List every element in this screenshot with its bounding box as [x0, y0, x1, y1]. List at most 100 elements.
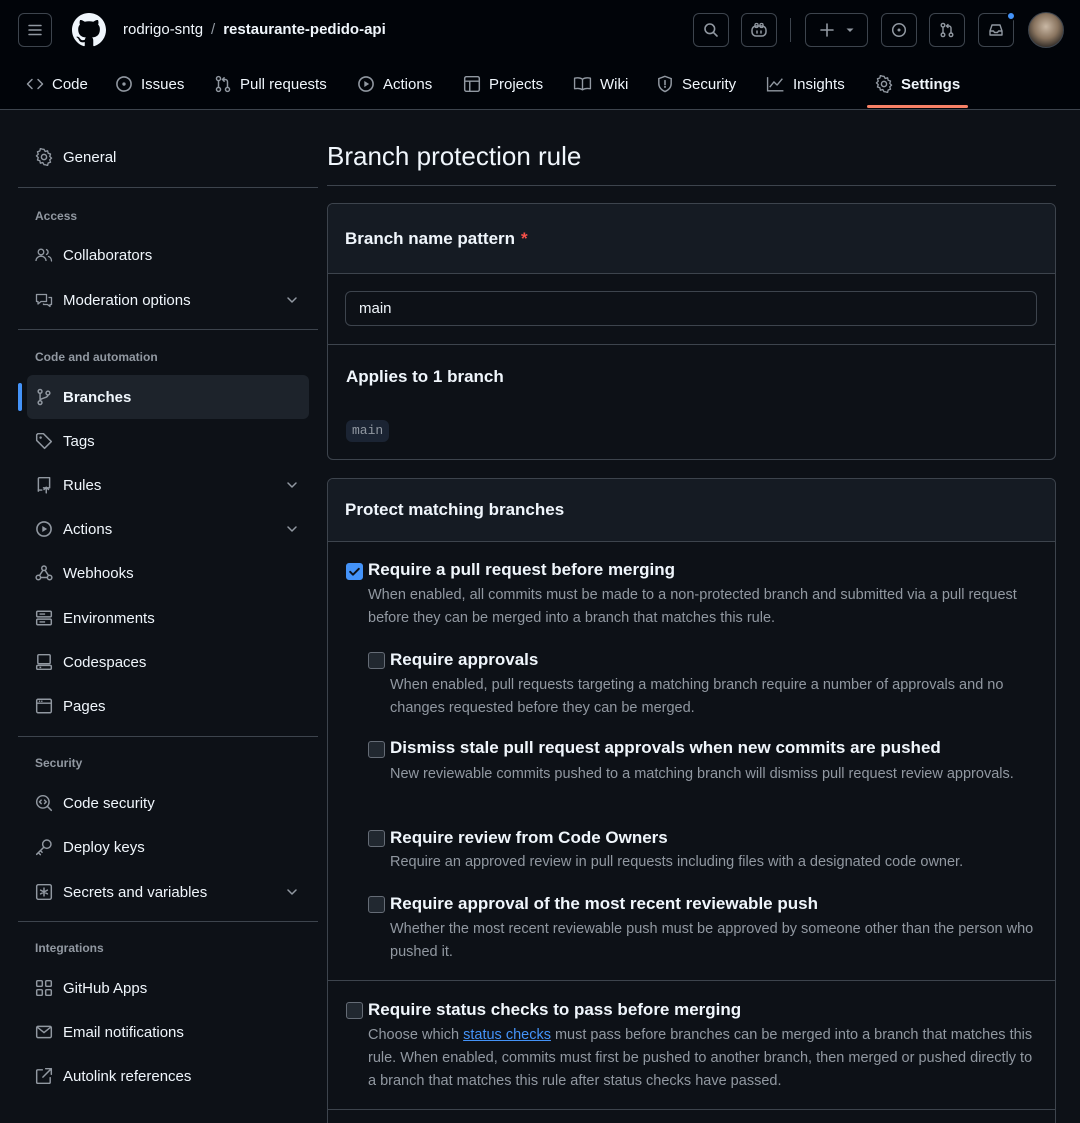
- sidebar-item-codespaces[interactable]: Codespaces: [18, 640, 309, 684]
- gear-icon: [35, 148, 53, 166]
- people-icon: [35, 246, 53, 264]
- search-button[interactable]: [693, 13, 729, 47]
- sidebar-item-label: Secrets and variables: [63, 883, 208, 901]
- sidebar-item-actions[interactable]: Actions: [18, 507, 309, 551]
- pull-requests-button[interactable]: [929, 13, 965, 47]
- tab-label: Settings: [901, 75, 961, 93]
- sidebar-item-label: Moderation options: [63, 291, 191, 309]
- sidebar-item-autolink-references[interactable]: Autolink references: [18, 1054, 309, 1098]
- branch-pattern-box: Branch name pattern * Applies to 1 branc…: [327, 203, 1056, 460]
- sidebar-item-deploy-keys[interactable]: Deploy keys: [18, 825, 309, 869]
- require-status-checks-label[interactable]: Require status checks to pass before mer…: [368, 1000, 741, 1020]
- tab-security[interactable]: Security: [656, 62, 736, 106]
- sidebar-item-secrets[interactable]: Secrets and variables: [18, 870, 309, 914]
- chevron-down-icon: [285, 522, 299, 536]
- require-code-owners-label[interactable]: Require review from Code Owners: [390, 828, 668, 848]
- top-bar: rodrigo-sntg / restaurante-pedido-api: [0, 0, 1080, 62]
- server-icon: [35, 609, 53, 627]
- protect-branches-box: Protect matching branches Require a pull…: [327, 478, 1056, 1123]
- page-title: Branch protection rule: [327, 141, 582, 171]
- sidebar-item-rules[interactable]: Rules: [18, 463, 309, 507]
- branch-name-pattern-input[interactable]: [345, 291, 1037, 326]
- play-icon: [35, 520, 53, 538]
- triangle-down-icon: [845, 25, 855, 35]
- cross-reference-icon: [35, 1067, 53, 1085]
- play-icon: [357, 75, 375, 93]
- repo-name-link[interactable]: restaurante-pedido-api: [223, 20, 386, 40]
- mail-icon: [35, 1023, 53, 1041]
- tab-projects[interactable]: Projects: [463, 62, 543, 106]
- copilot-button[interactable]: [741, 13, 777, 47]
- require-status-checks-checkbox[interactable]: [346, 1002, 363, 1019]
- tab-settings[interactable]: Settings: [875, 62, 960, 106]
- tab-insights[interactable]: Insights: [766, 62, 845, 106]
- tab-label: Security: [682, 75, 737, 93]
- dismiss-stale-approvals-checkbox[interactable]: [368, 741, 385, 758]
- chevron-down-icon: [285, 885, 299, 899]
- tab-label: Insights: [793, 75, 845, 93]
- require-recent-push-approval-label[interactable]: Require approval of the most recent revi…: [390, 894, 818, 914]
- codescan-icon: [35, 794, 53, 812]
- sidebar-item-label: Email notifications: [63, 1023, 184, 1041]
- require-pull-request-label[interactable]: Require a pull request before merging: [368, 560, 675, 580]
- sidebar-item-environments[interactable]: Environments: [18, 596, 309, 640]
- sidebar-item-label: Code security: [63, 794, 155, 812]
- sidebar-item-webhooks[interactable]: Webhooks: [18, 551, 309, 595]
- require-approvals-checkbox[interactable]: [368, 652, 385, 669]
- repo-owner-link[interactable]: rodrigo-sntg: [123, 20, 203, 40]
- tab-pull-requests[interactable]: Pull requests: [214, 62, 327, 106]
- notification-indicator: [1006, 11, 1016, 21]
- status-checks-link[interactable]: status checks: [463, 1027, 551, 1043]
- inbox-icon: [988, 22, 1004, 38]
- chevron-down-icon: [285, 293, 299, 307]
- active-tab-indicator: [867, 105, 968, 108]
- sidebar-item-label: Autolink references: [63, 1067, 192, 1085]
- sidebar-item-github-apps[interactable]: GitHub Apps: [18, 966, 309, 1010]
- avatar[interactable]: [1028, 12, 1064, 48]
- dismiss-stale-approvals-label[interactable]: Dismiss stale pull request approvals whe…: [390, 738, 941, 758]
- status-checks-desc-pre: Choose which: [368, 1027, 464, 1043]
- tab-wiki[interactable]: Wiki: [573, 62, 628, 106]
- require-recent-push-approval-checkbox[interactable]: [368, 896, 385, 913]
- sidebar-item-branches[interactable]: Branches: [27, 375, 309, 419]
- sidebar-item-moderation[interactable]: Moderation options: [18, 278, 309, 322]
- sidebar-item-label: Collaborators: [63, 246, 153, 264]
- tab-label: Issues: [141, 75, 185, 93]
- create-new-button[interactable]: [805, 13, 868, 47]
- require-approvals-label[interactable]: Require approvals: [390, 650, 538, 670]
- require-code-owners-description: Require an approved review in pull reque…: [390, 854, 964, 870]
- menu-button[interactable]: [18, 13, 52, 47]
- sidebar-item-label: Deploy keys: [63, 838, 145, 856]
- tab-issues[interactable]: Issues: [115, 62, 184, 106]
- issues-button[interactable]: [881, 13, 917, 47]
- sidebar-item-pages[interactable]: Pages: [18, 684, 309, 728]
- browser-icon: [35, 697, 53, 715]
- matching-branch-chip: main: [346, 420, 390, 442]
- sidebar-heading-integrations: Integrations: [35, 941, 104, 955]
- chevron-down-icon: [285, 478, 299, 492]
- sidebar-item-label: Rules: [63, 476, 102, 494]
- tab-code[interactable]: Code: [26, 62, 88, 106]
- sidebar-item-label: Webhooks: [63, 564, 134, 582]
- breadcrumb: rodrigo-sntg / restaurante-pedido-api: [123, 20, 386, 40]
- sidebar-item-label: Branches: [63, 388, 132, 406]
- pull-request-icon: [939, 22, 955, 38]
- sidebar-item-label: Codespaces: [63, 653, 147, 671]
- comment-discussion-icon: [35, 291, 53, 309]
- tab-actions[interactable]: Actions: [357, 62, 432, 106]
- sidebar-item-label: Pages: [63, 697, 106, 715]
- branch-pattern-title: Branch name pattern: [345, 228, 516, 248]
- require-code-owners-checkbox[interactable]: [368, 830, 385, 847]
- sidebar-item-tags[interactable]: Tags: [18, 419, 309, 463]
- sidebar-item-email-notifications[interactable]: Email notifications: [18, 1010, 309, 1054]
- graph-icon: [766, 75, 785, 93]
- sidebar-item-general[interactable]: General: [18, 135, 309, 179]
- menu-icon: [27, 22, 43, 38]
- tab-label: Projects: [489, 75, 544, 93]
- sidebar-item-collaborators[interactable]: Collaborators: [18, 233, 309, 277]
- code-icon: [26, 76, 44, 92]
- github-logo-icon[interactable]: [72, 13, 106, 47]
- copilot-icon: [750, 22, 768, 38]
- require-pull-request-checkbox[interactable]: [346, 563, 363, 580]
- sidebar-item-code-security[interactable]: Code security: [18, 781, 309, 825]
